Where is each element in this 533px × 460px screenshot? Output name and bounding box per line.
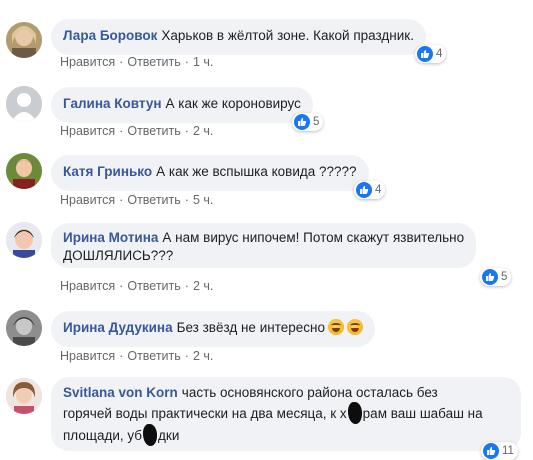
comment-bubble: Ирина Мотина А нам вирус нипочем! Потом с… bbox=[51, 223, 477, 268]
like-button[interactable]: Нравится bbox=[60, 55, 115, 69]
like-icon bbox=[483, 443, 499, 459]
comment-text: А как же вспышка ковида ????? bbox=[156, 164, 357, 179]
comment-bubble: Ирина Дудукина Без звёзд не интересно bbox=[51, 311, 375, 347]
comment-text: А как же короновирус bbox=[165, 96, 301, 111]
avatar[interactable] bbox=[6, 310, 42, 346]
avatar[interactable] bbox=[6, 22, 42, 58]
comment-actions: Нравится · Ответить · 2 ч. bbox=[60, 279, 214, 293]
comment-bubble: Галина Ковтун А как же короновирус bbox=[51, 87, 313, 123]
author-name[interactable]: Svitlana von Korn bbox=[63, 385, 178, 400]
like-button[interactable]: Нравится bbox=[60, 279, 115, 293]
author-name[interactable]: Ирина Мотина bbox=[63, 230, 158, 245]
comment-actions: Нравится · Ответить · 2 ч. bbox=[60, 124, 214, 138]
timestamp[interactable]: 2 ч. bbox=[193, 349, 213, 363]
author-name[interactable]: Ирина Дудукина bbox=[63, 320, 173, 335]
reaction-count[interactable]: 5 bbox=[480, 268, 512, 286]
like-button[interactable]: Нравится bbox=[60, 193, 115, 207]
laughing-emoji-icon bbox=[346, 319, 363, 335]
timestamp[interactable]: 1 ч. bbox=[193, 55, 213, 69]
like-button[interactable]: Нравится bbox=[60, 349, 115, 363]
reaction-count[interactable]: 4 bbox=[354, 181, 386, 199]
avatar[interactable] bbox=[6, 378, 42, 414]
comment-text: А нам вирус нипочем! Потом скажут язвите… bbox=[162, 230, 465, 245]
comment-text: Харьков в жёлтой зоне. Какой праздник. bbox=[161, 28, 414, 43]
comment-text-line: рам ваш шабаш на bbox=[362, 406, 483, 421]
like-icon bbox=[356, 182, 372, 198]
like-button[interactable]: Нравится bbox=[60, 124, 115, 138]
reaction-count[interactable]: 4 bbox=[415, 45, 447, 63]
comment-actions: Нравится · Ответить · 1 ч. bbox=[60, 55, 214, 69]
avatar[interactable] bbox=[6, 222, 42, 258]
comment-text-line: горячей воды практически на два месяца, … bbox=[63, 406, 347, 421]
comment-text: часть основянского района осталась без bbox=[181, 385, 438, 400]
comment-text-line: дки bbox=[158, 428, 180, 443]
comment-text-line: ДОШЛЯЛИСЬ??? bbox=[63, 248, 174, 263]
comment-text-line: площади, уб bbox=[63, 428, 143, 443]
censor-scribble bbox=[143, 424, 158, 446]
reply-button[interactable]: Ответить bbox=[127, 55, 180, 69]
comment-bubble: Svitlana von Korn часть основянского райо… bbox=[51, 377, 521, 451]
author-name[interactable]: Лара Боровок bbox=[63, 28, 157, 43]
reaction-count[interactable]: 5 bbox=[292, 113, 324, 131]
author-name[interactable]: Галина Ковтун bbox=[63, 96, 162, 111]
avatar[interactable] bbox=[6, 153, 42, 189]
comment-actions: Нравится · Ответить · 5 ч. bbox=[60, 193, 214, 207]
comment-text: Без звёзд не интересно bbox=[176, 320, 325, 335]
timestamp[interactable]: 2 ч. bbox=[193, 279, 213, 293]
comment-bubble: Лара Боровок Харьков в жёлтой зоне. Какой… bbox=[51, 19, 426, 55]
reply-button[interactable]: Ответить bbox=[127, 349, 180, 363]
reply-button[interactable]: Ответить bbox=[127, 279, 180, 293]
comment-actions: Нравится · Ответить · 2 ч. bbox=[60, 349, 214, 363]
laughing-emoji-icon bbox=[327, 319, 344, 335]
timestamp[interactable]: 2 ч. bbox=[193, 124, 213, 138]
author-name[interactable]: Катя Гринько bbox=[63, 164, 152, 179]
reply-button[interactable]: Ответить bbox=[127, 124, 180, 138]
like-icon bbox=[482, 269, 498, 285]
like-icon bbox=[417, 46, 433, 62]
reply-button[interactable]: Ответить bbox=[127, 193, 180, 207]
avatar[interactable] bbox=[6, 86, 42, 122]
like-icon bbox=[294, 114, 310, 130]
timestamp[interactable]: 5 ч. bbox=[193, 193, 213, 207]
censor-scribble bbox=[347, 402, 362, 424]
reaction-count[interactable]: 11 bbox=[481, 442, 518, 460]
comment-bubble: Катя Гринько А как же вспышка ковида ????… bbox=[51, 155, 369, 191]
